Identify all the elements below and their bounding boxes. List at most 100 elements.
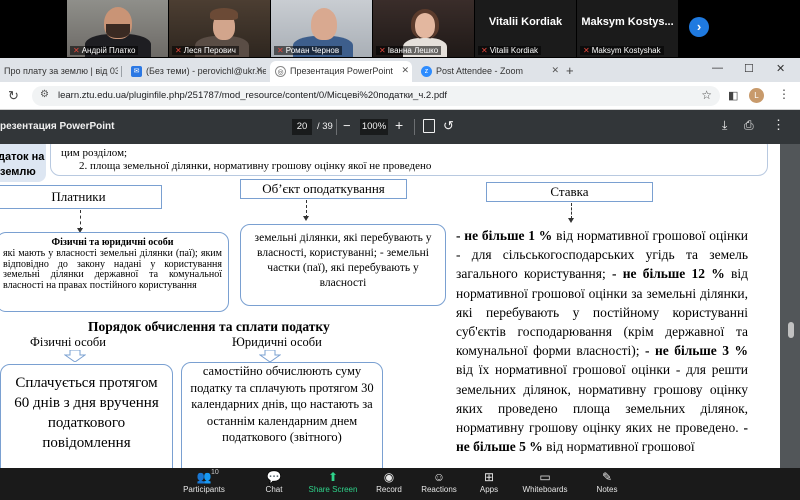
pdf-page: цим розділом; 2. площа земельної ділянки… <box>0 144 780 468</box>
rotate-icon[interactable]: ↺ <box>443 118 454 134</box>
tab-label: Post Attendee - Zoom <box>436 66 524 76</box>
new-tab-icon[interactable]: + <box>566 63 574 78</box>
side-panel-icon[interactable]: ◧ <box>728 89 738 102</box>
object-header: Об’єкт оподаткування <box>240 179 407 199</box>
rate-header: Ставка <box>486 182 653 202</box>
mail-icon: ✉ <box>131 66 142 77</box>
muted-mic-icon: ✕ <box>379 46 386 55</box>
participant-tile[interactable]: ✕ Іванна Лешко <box>373 0 474 57</box>
muted-mic-icon: ✕ <box>277 46 284 55</box>
screen: ✕ Андрій Платко ✕ Леся Перович ✕ Роман Черн… <box>0 0 800 500</box>
rate-bold: - не більше 3 % <box>644 343 749 359</box>
pdf-viewer[interactable]: цим розділом; 2. площа земельної ділянки… <box>0 144 800 468</box>
maximize-icon[interactable]: ☐ <box>744 62 754 75</box>
muted-mic-icon: ✕ <box>175 46 182 55</box>
muted-mic-icon: ✕ <box>481 46 488 55</box>
button-label: Participants <box>183 485 225 494</box>
participants-icon: 👥 <box>196 470 212 484</box>
whiteboards-icon: ▭ <box>539 470 551 484</box>
button-label: Whiteboards <box>522 485 568 494</box>
page-number-input[interactable]: 20 <box>292 119 312 135</box>
participant-tile[interactable]: ✕ Андрій Платко <box>67 0 168 57</box>
rate-bold: - не більше 12 % <box>611 266 725 282</box>
rate-bold: - не більше 1 % <box>456 228 553 243</box>
participant-name: Леся Перович <box>183 46 236 55</box>
payers-box: Фізичні та юридичні особи які мають у вл… <box>0 232 229 312</box>
tab-label: Презентация PowerPoint <box>290 66 393 76</box>
address-bar[interactable]: ⚙ learn.ztu.edu.ua/pluginfile.php/251787… <box>32 86 720 106</box>
legal-persons-box: самостійно обчислюють суму податку та сп… <box>181 362 383 468</box>
print-icon[interactable]: ⎙ <box>744 118 754 133</box>
participant-tile[interactable]: ✕ Роман Чернов <box>271 0 372 57</box>
participant-tile[interactable]: Maksym Kostys... ✕ Maksym Kostyshak <box>577 0 678 57</box>
participant-name: Vitalii Kordiak <box>489 46 539 55</box>
notes-icon: ✎ <box>601 470 613 484</box>
globe-icon: ◎ <box>275 66 286 77</box>
browser-tab-active[interactable]: ◎ Презентация PowerPoint ✕ <box>270 61 412 82</box>
tab-label: (Без теми) - perovichl@ukr.net <box>146 66 266 76</box>
zoom-out-icon[interactable]: − <box>343 118 351 133</box>
rate-text-part: від нормативної грошової <box>542 439 695 455</box>
arrow-down-icon <box>303 216 309 221</box>
browser-tab[interactable]: z Post Attendee - Zoom ✕ <box>416 61 562 82</box>
browser-tab[interactable]: ✉ (Без теми) - perovichl@ukr.net ✕ <box>126 61 266 82</box>
next-participants-icon[interactable]: › <box>689 17 709 37</box>
physical-persons-box: Сплачується протягом 60 днів з дня вруче… <box>0 364 173 468</box>
fit-to-page-icon[interactable] <box>423 119 435 133</box>
participant-tile[interactable]: ✕ Леся Перович <box>169 0 270 57</box>
participant-name: Андрій Платко <box>81 46 136 55</box>
close-window-icon[interactable]: ✕ <box>776 62 785 75</box>
legal-persons-text: самостійно обчислюють суму податку та сп… <box>190 364 374 444</box>
rate-text-part: від їх нормативної грошової оцінки - для… <box>456 362 748 436</box>
block-arrow-icon <box>259 350 281 362</box>
page-total: / 39 <box>317 121 333 132</box>
close-tab-icon[interactable]: ✕ <box>255 65 263 76</box>
zoom-level-input[interactable]: 100% <box>360 119 388 135</box>
text-line: цим розділом; <box>61 147 128 159</box>
button-label: Notes <box>596 485 618 494</box>
notes-button[interactable]: ✎ Notes <box>572 469 642 494</box>
zoom-participant-strip: ✕ Андрій Платко ✕ Леся Перович ✕ Роман Черн… <box>0 0 800 58</box>
browser-tab-bar: Про плату за землю | від 03.07 ✉ (Без те… <box>0 58 800 82</box>
participant-name: Роман Чернов <box>285 46 340 55</box>
zoom-in-icon[interactable]: + <box>395 117 403 133</box>
participant-tile[interactable]: Vitalii Kordiak ✕ Vitalii Kordiak <box>475 0 576 57</box>
text-line: 2. площа земельної ділянки, нормативну г… <box>79 160 432 172</box>
participant-display-name: Vitalii Kordiak <box>488 16 563 28</box>
site-info-icon[interactable]: ⚙ <box>40 89 49 100</box>
zoom-meeting-toolbar: 👥 10 Participants 💬 Chat ⬆ Share Screen … <box>0 468 800 500</box>
minimize-icon[interactable]: — <box>712 62 723 74</box>
browser-menu-icon[interactable]: ⋮ <box>778 87 790 101</box>
block-arrow-icon <box>64 350 86 362</box>
participant-display-name: Maksym Kostys... <box>581 16 674 28</box>
more-options-icon[interactable]: ⋮ <box>772 117 785 133</box>
scrollbar-thumb[interactable] <box>788 322 794 338</box>
rate-text: - не більше 1 % від нормативної грошової… <box>456 226 748 456</box>
rate-box: - не більше 1 % від нормативної грошової… <box>454 226 754 468</box>
pdf-scrollbar[interactable] <box>786 144 796 468</box>
muted-mic-icon: ✕ <box>583 46 590 55</box>
connector-line <box>571 203 572 219</box>
participant-name: Іванна Лешко <box>387 46 439 55</box>
previous-text-box: цим розділом; 2. площа земельної ділянки… <box>50 144 768 176</box>
reload-icon[interactable]: ↻ <box>8 88 19 104</box>
object-text: земельні ділянки, які перебувають у влас… <box>254 232 432 289</box>
pdf-toolbar: резентация PowerPoint 20 / 39 − 100% + ↺… <box>0 110 800 144</box>
download-icon[interactable]: ⤓ <box>722 118 727 133</box>
participant-name: Maksym Kostyshak <box>591 46 661 55</box>
muted-mic-icon: ✕ <box>73 46 80 55</box>
whiteboards-button[interactable]: ▭ Whiteboards <box>510 469 580 494</box>
physical-persons-text: Сплачується протягом 60 днів з дня вруче… <box>14 375 159 451</box>
legal-persons-label: Юридичні особи <box>232 335 322 349</box>
bookmark-star-icon[interactable]: ☆ <box>701 88 712 102</box>
close-tab-icon[interactable]: ✕ <box>551 65 559 76</box>
section-title: Порядок обчислення та сплати податку <box>88 319 330 334</box>
side-label-line: землю <box>0 166 36 178</box>
profile-avatar[interactable]: L <box>749 88 764 103</box>
participants-button[interactable]: 👥 10 Participants <box>169 469 239 494</box>
browser-tab[interactable]: Про плату за землю | від 03.07 <box>0 61 118 82</box>
zoom-icon: z <box>421 66 432 77</box>
payers-header: Платники <box>0 185 162 209</box>
close-tab-icon[interactable]: ✕ <box>401 65 409 76</box>
participants-count: 10 <box>211 469 219 476</box>
